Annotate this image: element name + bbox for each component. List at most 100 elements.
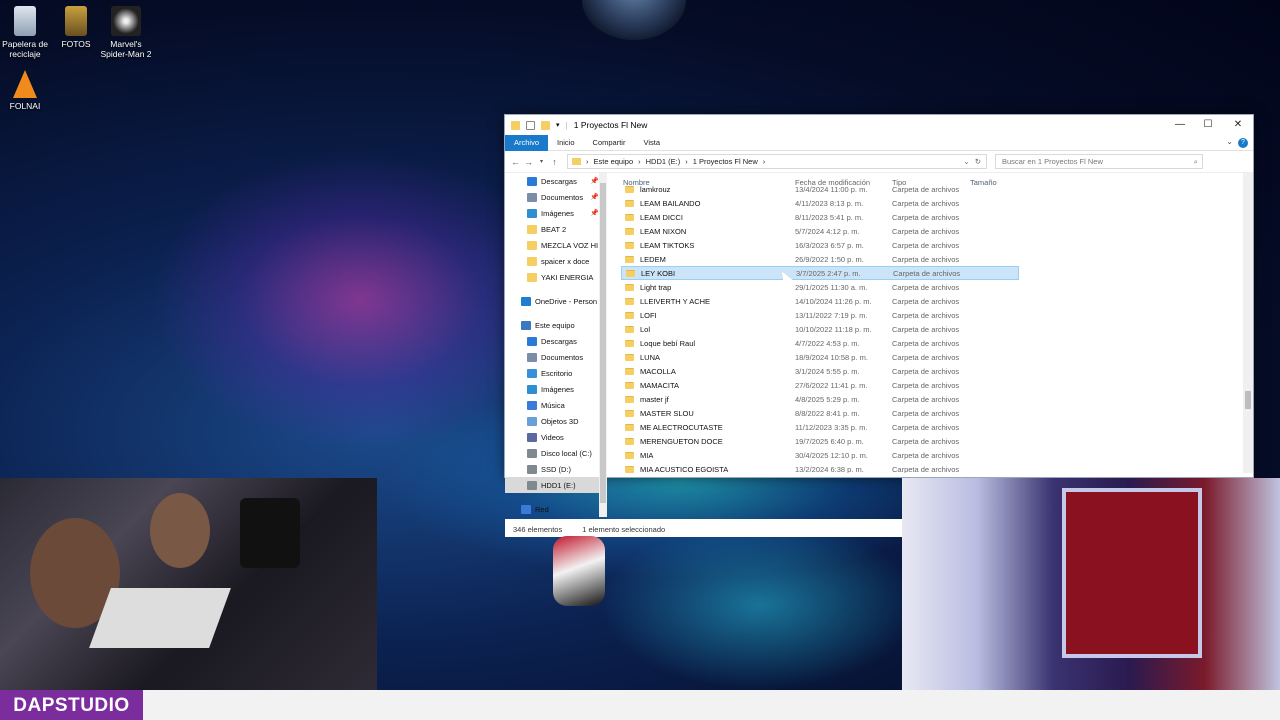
desktop-icon-recycle-bin[interactable]: Papelera de reciclaje — [0, 6, 53, 59]
nav-item-icon — [527, 256, 537, 266]
file-row[interactable]: LEAM NIXON 5/7/2024 4:12 p. m. Carpeta de … — [621, 224, 1241, 238]
file-row[interactable]: LEAM BAILANDO 4/11/2023 8:13 p. m. Carpeta… — [621, 196, 1241, 210]
new-folder-icon[interactable] — [541, 120, 550, 130]
nav-item[interactable]: Este equipo — [505, 317, 601, 333]
chevron-down-icon[interactable]: ▾ — [556, 121, 560, 129]
help-icon[interactable]: ? — [1238, 138, 1248, 148]
folder-icon — [625, 451, 634, 459]
nav-item[interactable]: BEAT 2 — [505, 221, 601, 237]
breadcrumb-este-equipo[interactable]: Este equipo — [594, 157, 634, 166]
file-list-scrollbar[interactable] — [1243, 173, 1253, 473]
pin-icon: 📌 — [590, 178, 599, 185]
breadcrumb-proyectos[interactable]: 1 Proyectos Fl New — [693, 157, 758, 166]
file-row[interactable]: LEAM TIKTOKS 16/3/2023 6:57 p. m. Carpeta … — [621, 238, 1241, 252]
nav-item[interactable]: Escritorio — [505, 365, 601, 381]
file-row[interactable]: lamkrouz 13/4/2024 11:00 p. m. Carpeta de … — [621, 182, 1241, 196]
desktop-icon-label: Papelera de reciclaje — [2, 39, 48, 59]
up-arrow-icon[interactable]: ↑ — [548, 157, 561, 167]
nav-item[interactable]: Objetos 3D — [505, 413, 601, 429]
file-row[interactable]: LUNA 18/9/2024 10:58 p. m. Carpeta de arch… — [621, 350, 1241, 364]
nav-item[interactable]: Imágenes — [505, 381, 601, 397]
nav-item[interactable]: Videos — [505, 429, 601, 445]
nav-item[interactable]: SSD (D:) — [505, 461, 601, 477]
nav-item[interactable]: Red — [505, 501, 601, 517]
file-row[interactable]: Lol 10/10/2022 11:18 p. m. Carpeta de arch… — [621, 322, 1241, 336]
file-row[interactable]: MIA 30/4/2025 12:10 p. m. Carpeta de archi… — [621, 448, 1241, 462]
scrollbar-thumb[interactable] — [1245, 391, 1251, 409]
nav-scrollbar[interactable] — [599, 173, 607, 517]
desktop-icon-fotos[interactable]: FOTOS — [48, 6, 104, 49]
folder-icon — [625, 227, 634, 235]
nav-item[interactable]: spaicer x doce — [505, 253, 601, 269]
nav-item[interactable]: Documentos — [505, 349, 601, 365]
tab-vista[interactable]: Vista — [634, 135, 669, 151]
nav-item-icon — [527, 352, 537, 362]
nav-item[interactable]: YAKI ENERGIA — [505, 269, 601, 285]
person-image — [150, 493, 210, 568]
expand-ribbon-icon[interactable]: ⌄ — [1226, 137, 1233, 146]
desktop-icon-spiderman[interactable]: Marvel's Spider-Man 2 — [98, 6, 154, 59]
file-date: 4/7/2022 4:53 p. m. — [795, 338, 860, 348]
nav-item-label: spaicer x doce — [541, 256, 590, 266]
refresh-icon[interactable]: ↻ — [975, 157, 981, 166]
folder-icon — [625, 199, 634, 207]
file-date: 29/1/2025 11:30 a. m. — [795, 282, 868, 292]
nav-item[interactable]: Música — [505, 397, 601, 413]
file-name-cell: MAMACITA — [621, 381, 795, 390]
nav-item-icon — [527, 400, 537, 410]
maximize-button[interactable]: ☐ — [1193, 115, 1223, 135]
file-type: Carpeta de archivos — [892, 436, 960, 446]
properties-icon[interactable] — [526, 120, 535, 130]
file-row[interactable]: Light trap 29/1/2025 11:30 a. m. Carpeta d… — [621, 280, 1241, 294]
nav-item[interactable]: MEZCLA VOZ HI — [505, 237, 601, 253]
file-type: Carpeta de archivos — [893, 268, 961, 278]
file-row[interactable]: Loque bebí Raul 4/7/2022 4:53 p. m. Carpet… — [621, 336, 1241, 350]
nav-item-label: Música — [541, 400, 565, 410]
address-dropdown-icon[interactable]: ⌄ — [963, 157, 969, 166]
folder-icon — [511, 120, 520, 130]
tab-archivo[interactable]: Archivo — [505, 134, 549, 151]
file-row[interactable]: MIA ACUSTICO EGOISTA 13/2/2024 6:38 p. m.… — [621, 462, 1241, 473]
folder-icon — [65, 6, 87, 36]
close-button[interactable]: ✕ — [1223, 115, 1253, 135]
forward-arrow-icon[interactable]: → — [522, 157, 535, 167]
nav-item — [505, 493, 601, 501]
file-row[interactable]: MASTER SLOU 8/8/2022 8:41 p. m. Carpeta de… — [621, 406, 1241, 420]
back-arrow-icon[interactable]: ← — [509, 157, 522, 167]
file-row[interactable]: MAMACITA 27/6/2022 11:41 p. m. Carpeta de … — [621, 378, 1241, 392]
minimize-button[interactable]: — — [1165, 115, 1195, 135]
file-name-cell: MERENGUETON DOCE — [621, 437, 795, 446]
status-bar-text: 346 elementos 1 elemento seleccionado — [513, 525, 665, 534]
file-type: Carpeta de archivos — [892, 422, 960, 432]
file-name-cell: LUNA — [621, 353, 795, 362]
tab-inicio[interactable]: Inicio — [548, 135, 584, 151]
nav-item[interactable]: Descargas 📌 — [505, 173, 601, 189]
address-bar[interactable]: › Este equipo › HDD1 (E:) › 1 Proyectos … — [567, 154, 987, 169]
file-row[interactable]: MACOLLA 3/1/2024 5:55 p. m. Carpeta de arc… — [621, 364, 1241, 378]
file-row[interactable]: LLEIVERTH Y ACHE 14/10/2024 11:26 p. m. Ca… — [621, 294, 1241, 308]
column-tamano[interactable]: Tamaño — [970, 178, 1020, 187]
nav-item[interactable]: Documentos 📌 — [505, 189, 601, 205]
tab-compartir[interactable]: Compartir — [584, 135, 635, 151]
nav-item[interactable]: OneDrive - Person — [505, 293, 601, 309]
file-row[interactable]: LEY KOBI 3/7/2025 2:47 p. m. Carpeta de ar… — [621, 266, 1019, 280]
file-row[interactable]: LOFI 13/11/2022 7:19 p. m. Carpeta de arch… — [621, 308, 1241, 322]
file-row[interactable]: LEAM DICCI 8/11/2023 5:41 p. m. Carpeta de… — [621, 210, 1241, 224]
recent-locations-icon[interactable]: ▾ — [535, 158, 548, 165]
nav-item[interactable]: Imágenes 📌 — [505, 205, 601, 221]
file-row[interactable]: ME ALECTROCUTASTE 11/12/2023 3:35 p. m. Ca… — [621, 420, 1241, 434]
breadcrumb-hdd1[interactable]: HDD1 (E:) — [646, 157, 681, 166]
search-input[interactable]: Buscar en 1 Proyectos Fl New ⌕ — [995, 154, 1203, 169]
nav-scrollbar-thumb[interactable] — [600, 183, 606, 503]
desktop-icon-folnai[interactable]: FOLNAI — [0, 70, 53, 111]
nav-item-icon — [527, 480, 537, 490]
nav-item[interactable]: Disco local (C:) — [505, 445, 601, 461]
file-row[interactable]: MERENGUETON DOCE 19/7/2025 6:40 p. m. Carp… — [621, 434, 1241, 448]
nav-item[interactable]: HDD1 (E:) — [505, 477, 601, 493]
file-row[interactable]: LEDEM 26/9/2022 1:50 p. m. Carpeta de arch… — [621, 252, 1241, 266]
file-name-cell: LEAM TIKTOKS — [621, 241, 795, 250]
file-name: LEAM BAILANDO — [640, 198, 701, 208]
nav-item[interactable]: Descargas — [505, 333, 601, 349]
file-row[interactable]: master jf 4/8/2025 5:29 p. m. Carpeta de a… — [621, 392, 1241, 406]
file-name: MERENGUETON DOCE — [640, 436, 723, 446]
